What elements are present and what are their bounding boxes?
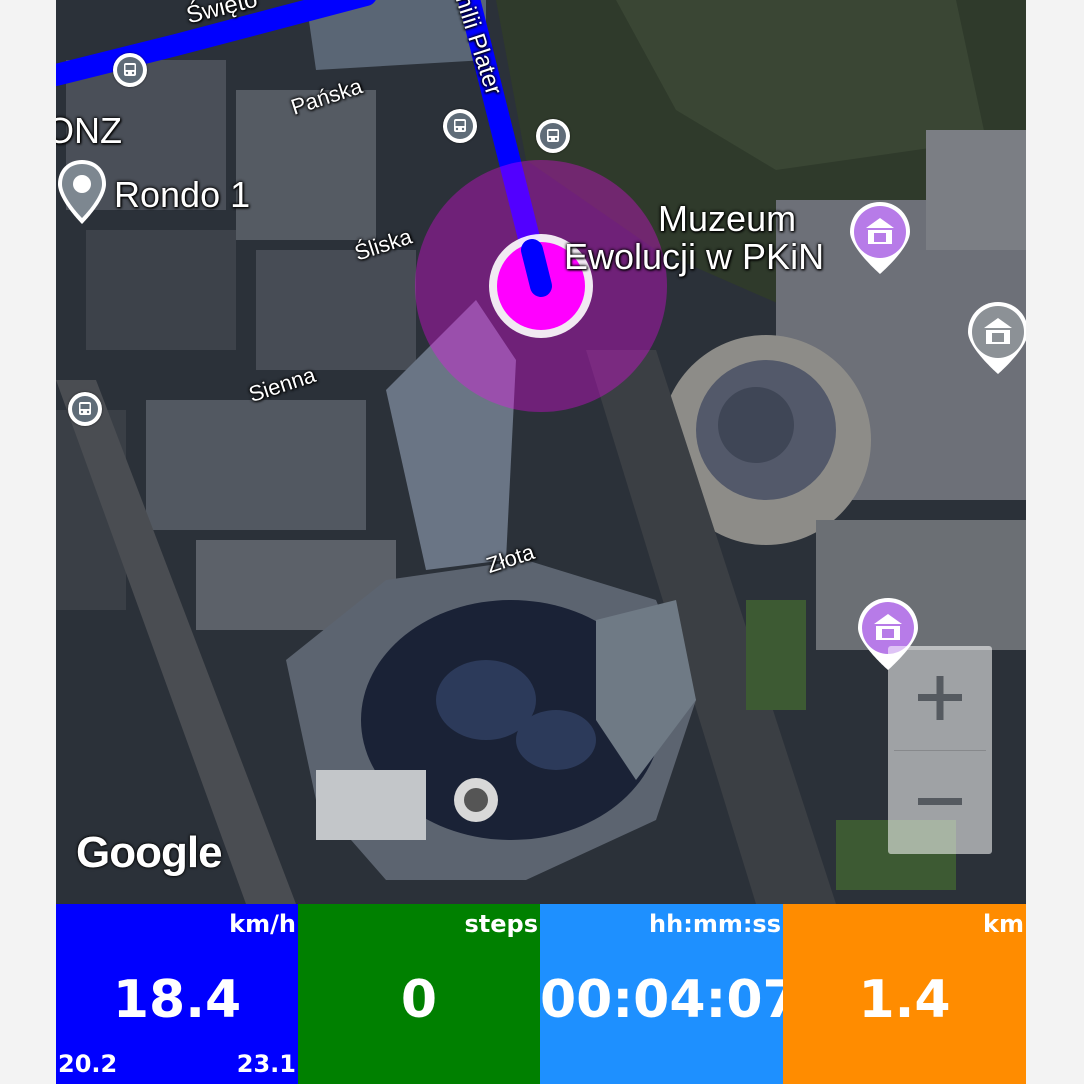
zoom-in-button[interactable] <box>888 646 992 750</box>
max-speed: 23.1 <box>236 1050 296 1078</box>
steps-unit: steps <box>464 910 539 938</box>
steps-value: 0 <box>400 970 438 1030</box>
bus-stop-icon[interactable] <box>68 392 102 426</box>
zoom-controls <box>888 646 992 854</box>
average-speed: 20.2 <box>58 1050 118 1078</box>
museum-pin-icon[interactable] <box>848 200 912 276</box>
bus-stop-icon[interactable] <box>536 119 570 153</box>
distance-unit: km <box>983 910 1024 938</box>
place-label-rondo-1[interactable]: Rondo 1 <box>114 176 250 214</box>
speed-panel[interactable]: km/h 18.4 20.2 23.1 <box>56 904 298 1084</box>
plus-icon <box>918 676 962 720</box>
poi-label-line1: Muzeum <box>658 198 797 239</box>
poi-label-line2: Ewolucji w PKiN <box>564 236 825 277</box>
app-window: Święto Emilii Plater Pańska Śliska Sienn… <box>56 0 1026 1084</box>
time-panel[interactable]: hh:mm:ss 00:04:07 <box>540 904 799 1084</box>
steps-panel[interactable]: steps 0 <box>298 904 540 1084</box>
museum-pin-icon[interactable] <box>966 300 1026 376</box>
zoom-out-button[interactable] <box>888 750 992 854</box>
speed-value: 18.4 <box>112 970 242 1030</box>
bus-stop-icon[interactable] <box>443 109 477 143</box>
speed-unit: km/h <box>229 910 296 938</box>
place-pin-icon[interactable] <box>56 158 108 228</box>
google-logo: Google <box>76 828 223 877</box>
bus-stop-icon[interactable] <box>113 53 147 87</box>
poi-label-museum[interactable]: Muzeum Ewolucji w PKiN <box>564 200 824 276</box>
satellite-map[interactable]: Święto Emilii Plater Pańska Śliska Sienn… <box>56 0 1026 904</box>
distance-value: 1.4 <box>858 970 951 1030</box>
distance-panel[interactable]: km 1.4 <box>783 904 1026 1084</box>
time-value: 00:04:07 <box>540 970 799 1030</box>
minus-icon <box>918 798 962 805</box>
time-unit: hh:mm:ss <box>649 910 781 938</box>
place-label-onz: ONZ <box>56 110 122 151</box>
stats-bar: km/h 18.4 20.2 23.1 steps 0 hh:mm:ss 00:… <box>56 904 1026 1084</box>
